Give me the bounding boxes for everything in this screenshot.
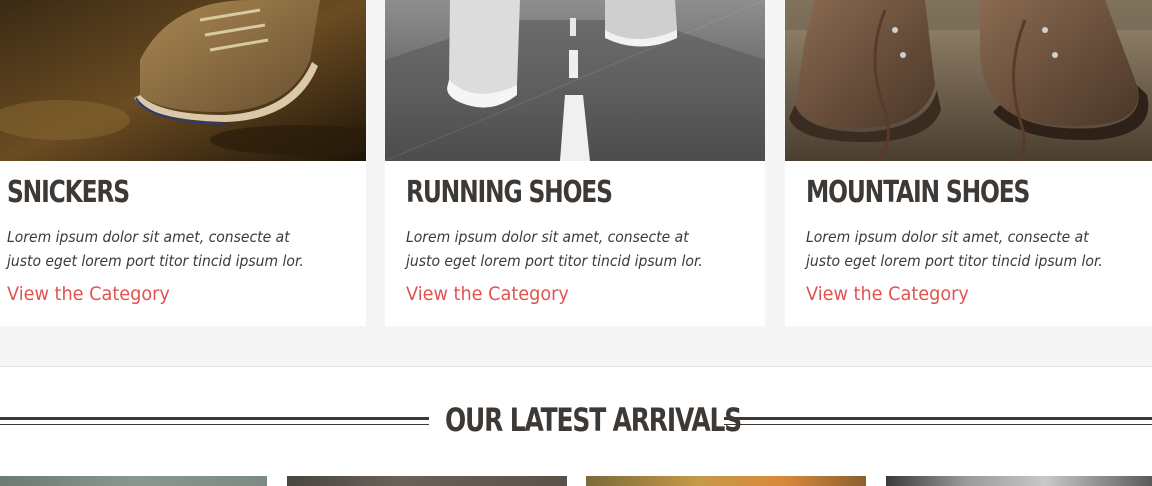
category-cards-section: SNICKERS Lorem ipsum dolor sit amet, con…: [0, 0, 1152, 366]
running-shoes-on-road-photo[interactable]: [385, 0, 765, 161]
heading-divider-right: [724, 417, 1152, 425]
category-description: Lorem ipsum dolor sit amet, consecte at …: [806, 228, 1103, 270]
arrival-product-photo-4[interactable]: [886, 476, 1152, 486]
hiking-boots-on-rock-photo[interactable]: [785, 0, 1152, 161]
latest-arrivals-section: OUR LATEST ARRIVALS: [0, 366, 1152, 486]
section-title: OUR LATEST ARRIVALS: [445, 401, 742, 439]
sneaker-in-puddle-photo[interactable]: [0, 0, 366, 161]
category-card-mountain-shoes: MOUNTAIN SHOES Lorem ipsum dolor sit ame…: [785, 0, 1152, 326]
view-category-link[interactable]: View the Category: [406, 283, 569, 305]
category-title: SNICKERS: [7, 175, 130, 210]
category-description: Lorem ipsum dolor sit amet, consecte at …: [7, 228, 304, 270]
arrival-product-photo-2[interactable]: [287, 476, 567, 486]
category-card-snickers: SNICKERS Lorem ipsum dolor sit amet, con…: [0, 0, 366, 326]
category-card-running-shoes: RUNNING SHOES Lorem ipsum dolor sit amet…: [385, 0, 765, 326]
section-heading: OUR LATEST ARRIVALS: [0, 397, 1152, 447]
category-title: MOUNTAIN SHOES: [806, 175, 1030, 210]
view-category-link[interactable]: View the Category: [806, 283, 969, 305]
arrival-product-photo-1[interactable]: [0, 476, 267, 486]
category-title: RUNNING SHOES: [406, 175, 613, 210]
category-description: Lorem ipsum dolor sit amet, consecte at …: [406, 228, 703, 270]
heading-divider-left: [0, 417, 429, 425]
arrival-product-photo-3[interactable]: [586, 476, 866, 486]
view-category-link[interactable]: View the Category: [7, 283, 170, 305]
